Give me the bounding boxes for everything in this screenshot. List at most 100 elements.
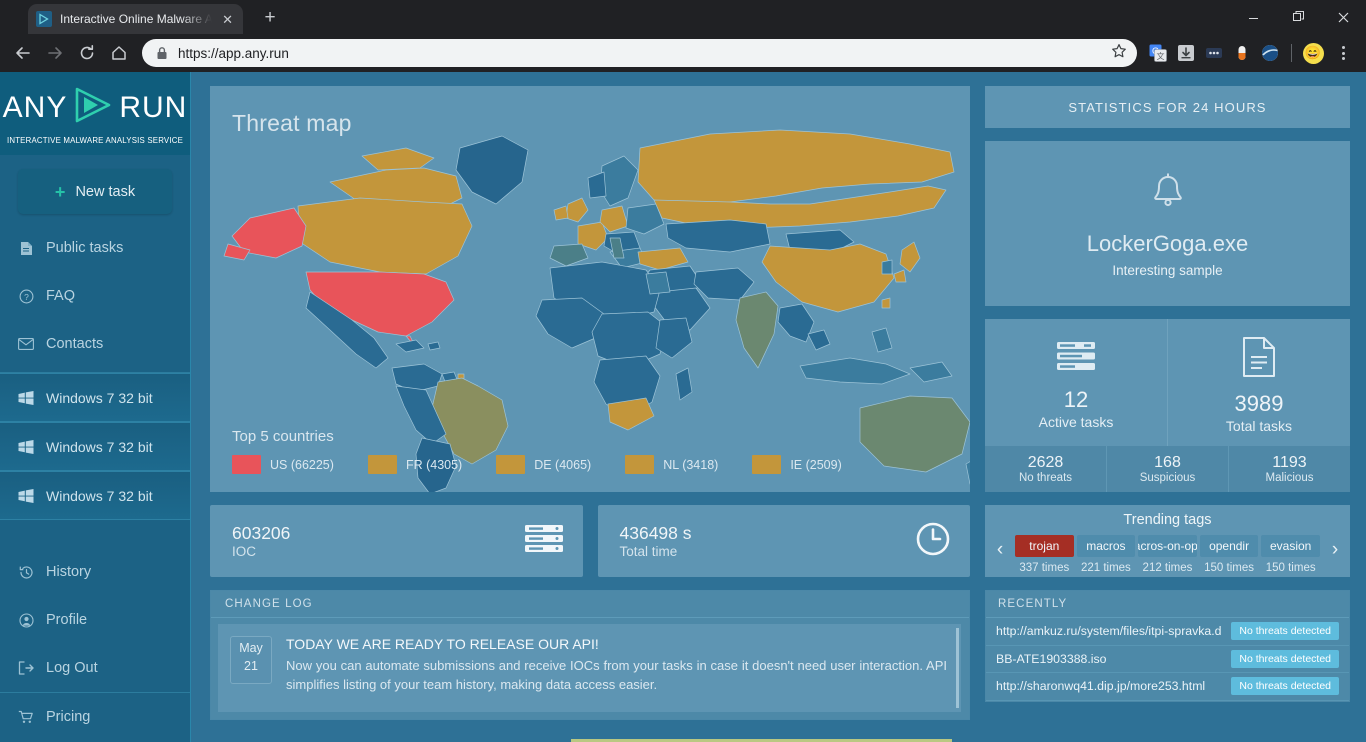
browser-tab[interactable]: Interactive Online Malware Ana ✕ xyxy=(28,4,243,34)
close-window-button[interactable] xyxy=(1321,0,1366,34)
page-body: ANY RUN INTERACTIVE MALWARE ANALYSIS SER… xyxy=(0,72,1366,742)
trending-tag-name[interactable]: trojan xyxy=(1015,535,1074,557)
svg-text:?: ? xyxy=(24,291,29,301)
malicious-label: Malicious xyxy=(1265,472,1314,485)
sidebar-item-public-tasks[interactable]: Public tasks xyxy=(0,224,190,272)
cart-icon xyxy=(18,710,34,724)
dots-extension-icon[interactable] xyxy=(1201,40,1227,66)
bell-icon xyxy=(1146,170,1190,219)
total-tasks-cell[interactable]: 3989 Total tasks xyxy=(1167,319,1350,446)
recently-row[interactable]: http://sharonwq41.dip.jp/more253.html No… xyxy=(986,673,1349,701)
trending-tag-item[interactable]: trojan 337 times xyxy=(1015,535,1074,574)
windows-icon xyxy=(18,439,34,454)
sidebar-item-pricing[interactable]: Pricing xyxy=(0,693,190,741)
trending-tag-item[interactable]: evasion 150 times xyxy=(1261,535,1320,574)
change-log-headline: TODAY WE ARE READY TO RELEASE OUR API! xyxy=(286,636,599,652)
question-circle-icon: ? xyxy=(18,289,34,304)
change-log-date: May 21 xyxy=(230,636,272,684)
chevron-left-icon[interactable]: ‹ xyxy=(985,535,1015,561)
recently-name[interactable]: http://amkuz.ru/system/files/itpi-spravk… xyxy=(996,624,1221,638)
tab-title: Interactive Online Malware Ana xyxy=(60,12,213,26)
url-text: https://app.any.run xyxy=(178,45,289,61)
sidebar-item-vm-2[interactable]: Windows 7 32 bit xyxy=(0,422,190,471)
reload-icon[interactable] xyxy=(72,38,102,68)
total-time-label: Total time xyxy=(619,544,678,560)
sidebar-item-vm-3[interactable]: Windows 7 32 bit xyxy=(0,471,190,520)
no-threats-cell[interactable]: 2628 No threats xyxy=(985,446,1106,492)
sidebar-item-faq[interactable]: ? FAQ xyxy=(0,272,190,320)
sidebar-label: Windows 7 32 bit xyxy=(46,438,153,455)
sidebar-item-history[interactable]: History xyxy=(0,548,190,596)
logout-icon xyxy=(18,661,34,675)
home-icon[interactable] xyxy=(104,38,134,68)
total-time-card[interactable]: 436498 s Total time xyxy=(597,505,970,577)
sidebar-label: Windows 7 32 bit xyxy=(46,389,153,406)
clock-icon xyxy=(916,522,950,561)
ioc-card[interactable]: 603206 IOC xyxy=(210,505,583,577)
user-circle-icon xyxy=(18,612,34,628)
summary-cards: 603206 IOC 436498 s Total time xyxy=(210,505,970,577)
ioc-label: IOC xyxy=(232,544,257,560)
tab-strip: Interactive Online Malware Ana ✕ + xyxy=(0,0,1366,34)
address-bar[interactable]: https://app.any.run xyxy=(142,39,1137,67)
change-log-month: May xyxy=(239,641,263,655)
main-content: Threat map Top 5 countries US (66225) FR… xyxy=(191,72,1366,742)
bookmark-star-icon[interactable] xyxy=(1111,43,1127,64)
server-icon xyxy=(524,524,563,559)
recently-name[interactable]: BB-ATE1903388.iso xyxy=(996,652,1107,666)
profile-avatar[interactable]: 😄 xyxy=(1300,40,1326,66)
trending-tag-name[interactable]: macros xyxy=(1076,535,1136,557)
trending-tag-item[interactable]: macros-on-open 212 times xyxy=(1138,535,1197,574)
legend-swatch xyxy=(625,455,655,474)
change-log-scrollbar[interactable] xyxy=(956,628,959,708)
statistics-header: STATISTICS FOR 24 HOURS xyxy=(985,86,1350,128)
status-badge: No threats detected xyxy=(1231,677,1339,696)
legend-item: US (66225) xyxy=(232,455,334,474)
chrome-menu-kebab-icon[interactable] xyxy=(1328,38,1358,68)
recently-row[interactable]: http://amkuz.ru/system/files/itpi-spravk… xyxy=(986,618,1349,646)
google-translate-extension-icon[interactable]: G文 xyxy=(1145,40,1171,66)
sidebar-item-profile[interactable]: Profile xyxy=(0,596,190,644)
windows-icon xyxy=(18,390,34,405)
window-controls xyxy=(1231,0,1366,34)
legend-title: Top 5 countries xyxy=(232,428,334,445)
chevron-right-icon[interactable]: › xyxy=(1320,535,1350,561)
circle-extension-icon[interactable] xyxy=(1257,40,1283,66)
change-log-body: Now you can automate submissions and rec… xyxy=(286,658,947,692)
new-tab-button[interactable]: + xyxy=(257,5,283,31)
recently-name[interactable]: http://sharonwq41.dip.jp/more253.html xyxy=(996,679,1205,693)
legend-item: FR (4305) xyxy=(367,455,462,474)
maximize-restore-button[interactable] xyxy=(1276,0,1321,34)
forward-arrow-icon[interactable] xyxy=(40,38,70,68)
status-badge: No threats detected xyxy=(1231,649,1339,668)
recently-panel: RECENTLY http://amkuz.ru/system/files/it… xyxy=(985,590,1350,702)
downloader-extension-icon[interactable] xyxy=(1173,40,1199,66)
trending-tag-item[interactable]: opendir 150 times xyxy=(1199,535,1259,574)
sidebar-label: Log Out xyxy=(46,660,98,676)
pill-extension-icon[interactable] xyxy=(1229,40,1255,66)
new-task-label: New task xyxy=(75,183,136,200)
trending-tag-count: 212 times xyxy=(1142,562,1193,574)
right-column: STATISTICS FOR 24 HOURS LockerGoga.exe I… xyxy=(985,86,1350,742)
interesting-sample-card[interactable]: LockerGoga.exe Interesting sample xyxy=(985,141,1350,306)
trending-tag-name[interactable]: macros-on-open xyxy=(1138,535,1197,557)
sidebar-item-contacts[interactable]: Contacts xyxy=(0,320,190,368)
trending-tag-name[interactable]: opendir xyxy=(1199,535,1259,557)
recently-row[interactable]: BB-ATE1903388.iso No threats detected xyxy=(986,646,1349,673)
sidebar-item-logout[interactable]: Log Out xyxy=(0,644,190,692)
new-task-button[interactable]: + New task xyxy=(18,169,172,214)
tab-close-icon[interactable]: ✕ xyxy=(220,11,235,28)
minimize-button[interactable] xyxy=(1231,0,1276,34)
malicious-cell[interactable]: 1193 Malicious xyxy=(1228,446,1350,492)
active-tasks-cell[interactable]: 12 Active tasks xyxy=(985,319,1167,446)
trending-tag-name[interactable]: evasion xyxy=(1261,535,1320,557)
history-icon xyxy=(18,565,34,580)
windows-icon xyxy=(18,488,34,503)
back-arrow-icon[interactable] xyxy=(8,38,38,68)
suspicious-value: 168 xyxy=(1154,453,1181,471)
sidebar-item-vm-1[interactable]: Windows 7 32 bit xyxy=(0,373,190,422)
suspicious-cell[interactable]: 168 Suspicious xyxy=(1106,446,1228,492)
brand-logo[interactable]: ANY RUN INTERACTIVE MALWARE ANALYSIS SER… xyxy=(0,72,190,155)
trending-tag-item[interactable]: macros 221 times xyxy=(1076,535,1136,574)
